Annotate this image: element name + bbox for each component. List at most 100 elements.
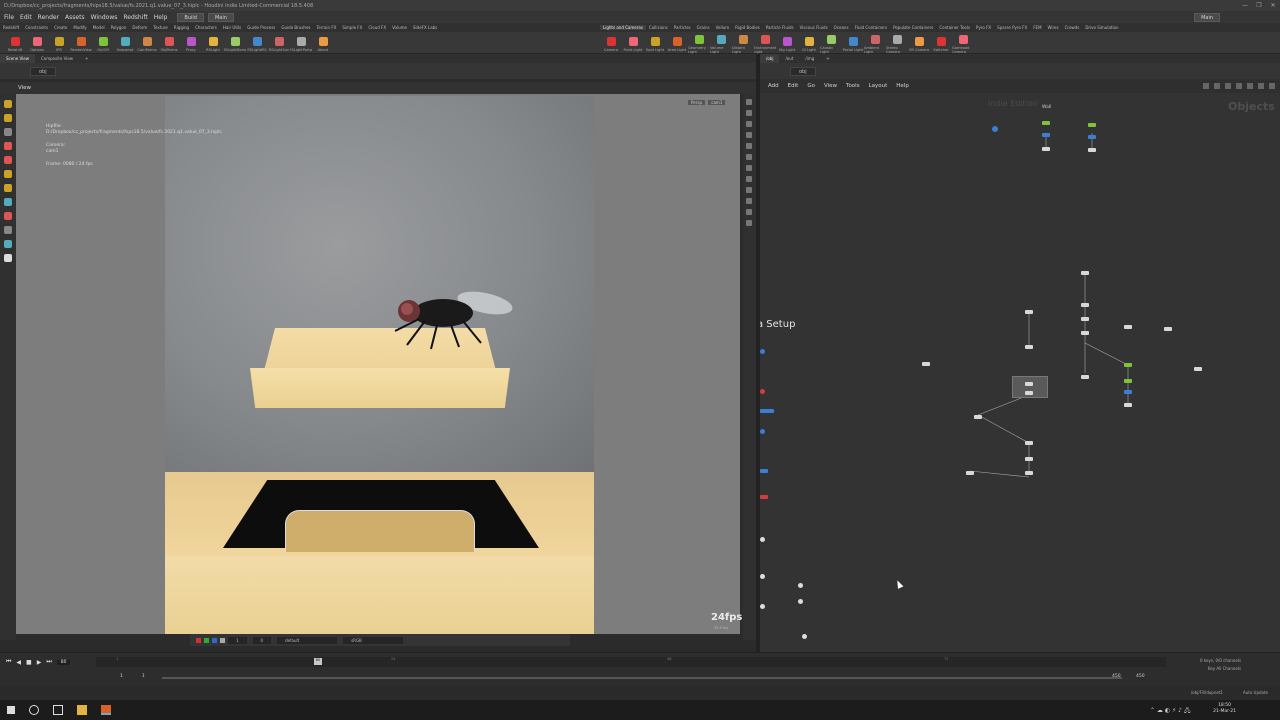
rotate-tool-icon[interactable] <box>4 142 12 150</box>
desktop-selector-main[interactable]: Main <box>207 12 234 22</box>
shelf-tool-left-3[interactable]: RenderView <box>70 34 92 52</box>
shelf-tool-left-4[interactable]: On/Off <box>92 34 114 52</box>
range-start[interactable]: 1 <box>120 674 123 679</box>
node-f4[interactable] <box>966 471 974 475</box>
view-tool-icon[interactable] <box>4 184 12 192</box>
shelf-tool-right-14[interactable]: VR Camera <box>908 34 930 52</box>
system-tray-icons[interactable]: ⌃ ☁ ◐ ⚡ ♪ 🖧 <box>1150 706 1191 716</box>
range-end[interactable]: 450 <box>1112 674 1121 679</box>
grid-icon[interactable] <box>746 165 752 171</box>
desktop-selector-build[interactable]: Build <box>177 12 204 22</box>
shelf-tool-right-7[interactable]: Environment Light <box>754 32 776 54</box>
left-node-7[interactable] <box>760 537 765 542</box>
shelf-tool-right-8[interactable]: Sky Light <box>776 34 798 52</box>
node-green-1[interactable] <box>1124 363 1132 367</box>
node-d3[interactable] <box>1025 382 1033 386</box>
shelf-tab-left-12[interactable]: Guide Brushes <box>278 25 313 30</box>
node-f3[interactable] <box>1025 471 1033 475</box>
bbox-icon[interactable] <box>746 209 752 215</box>
geo-node-3[interactable] <box>1088 148 1096 152</box>
move-tool-icon[interactable] <box>4 128 12 136</box>
camera-node[interactable] <box>992 126 998 132</box>
red-channel-icon[interactable] <box>196 637 201 643</box>
taskbar-clock[interactable]: 18:50 21-Mar-21 <box>1213 703 1236 715</box>
node-b2[interactable] <box>1164 327 1172 331</box>
node-e2[interactable] <box>974 415 982 419</box>
shelf-tab-right-6[interactable]: Particle Fluids <box>763 25 797 30</box>
shelf-tool-left-6[interactable]: CamParms <box>136 34 158 52</box>
menu-windows[interactable]: Windows <box>91 14 118 21</box>
task-view-icon[interactable] <box>53 705 63 715</box>
node-a2[interactable] <box>1081 303 1089 307</box>
camera-icon[interactable] <box>746 176 752 182</box>
path-field-left[interactable]: obj <box>30 66 56 76</box>
maximize-button[interactable]: ❐ <box>1252 2 1266 9</box>
shelf-tab-left-2[interactable]: Create <box>51 25 70 30</box>
shelf-tool-right-5[interactable]: Volume Light <box>710 32 732 54</box>
key-all-channels[interactable]: Key All Channels <box>1200 665 1241 673</box>
handle-tool-icon[interactable] <box>4 170 12 178</box>
play-back-icon[interactable]: ◀ <box>16 659 21 666</box>
shelf-tool-right-15[interactable]: Switcher <box>930 34 952 52</box>
left-node-9[interactable] <box>760 604 765 609</box>
add-tab-button[interactable]: + <box>79 54 94 63</box>
shelf-tool-left-11[interactable]: RSLightIES <box>246 34 268 52</box>
shelf-tab-left-11[interactable]: Guide Process <box>244 25 278 30</box>
range-slider[interactable] <box>162 677 1122 679</box>
shelf-tab-right-13[interactable]: Sparse Pyro FX <box>994 25 1030 30</box>
wire-icon[interactable] <box>746 198 752 204</box>
shelf-tool-right-1[interactable]: Point Light <box>622 34 644 52</box>
node-a4[interactable] <box>1081 331 1089 335</box>
shelf-tool-left-8[interactable]: Proxy <box>180 34 202 52</box>
shelf-tab-right-7[interactable]: Viscous Fluids <box>797 25 831 30</box>
shelf-tool-right-2[interactable]: Spot Light <box>644 34 666 52</box>
flipbook-icon[interactable] <box>4 254 12 262</box>
render-region-icon[interactable] <box>4 240 12 248</box>
node-a5[interactable] <box>1081 375 1089 379</box>
menu-assets[interactable]: Assets <box>65 14 85 21</box>
timeline-ruler[interactable]: 1 24 48 72 80 <box>96 657 1166 667</box>
shelf-tool-right-12[interactable]: Ambient Light <box>864 32 886 54</box>
tab-scene-view[interactable]: Scene View <box>0 54 35 63</box>
desktop-selector-far[interactable]: Main <box>1194 12 1220 22</box>
left-node-11[interactable] <box>798 599 803 604</box>
range-end2[interactable]: 450 <box>1136 674 1145 679</box>
node-a1[interactable] <box>1081 271 1089 275</box>
menu-render[interactable]: Render <box>38 14 59 21</box>
node-d2[interactable] <box>1025 345 1033 349</box>
shelf-tab-right-11[interactable]: Container Tools <box>936 25 973 30</box>
shelf-tool-left-9[interactable]: RSLight <box>202 34 224 52</box>
light-icon[interactable] <box>746 187 752 193</box>
shelf-tool-right-3[interactable]: Area Light <box>666 34 688 52</box>
shelf-tab-right-4[interactable]: Vellum <box>713 25 733 30</box>
node-d4[interactable] <box>1025 391 1033 395</box>
tab-out[interactable]: /out <box>779 54 799 63</box>
color-space-select[interactable]: sRGB <box>343 636 404 644</box>
tab-obj[interactable]: /obj <box>760 54 780 63</box>
node-c1[interactable] <box>1194 367 1202 371</box>
net-menu-go[interactable]: Go <box>807 83 815 89</box>
shelf-tool-left-14[interactable]: About <box>312 34 334 52</box>
shelf-tab-left-13[interactable]: Terrain FX <box>314 25 340 30</box>
wrench-icon[interactable] <box>1203 83 1209 89</box>
frame-field[interactable]: 80 <box>56 659 71 665</box>
net-menu-layout[interactable]: Layout <box>869 83 888 89</box>
grid-view-icon[interactable] <box>1225 83 1231 89</box>
network-editor[interactable]: Indie Edition Objects Wall a Setup <box>760 93 1280 652</box>
shelf-tab-right-16[interactable]: Crowds <box>1062 25 1083 30</box>
shelf-tab-left-10[interactable]: Hair Utils <box>220 25 244 30</box>
shelf-tab-left-8[interactable]: Rigging <box>171 25 192 30</box>
node-f1[interactable] <box>1025 441 1033 445</box>
shelf-tab-right-14[interactable]: FEM <box>1030 25 1044 30</box>
shelf-tool-right-4[interactable]: Geometry Light <box>688 32 710 54</box>
search-icon[interactable] <box>29 705 39 715</box>
green-channel-icon[interactable] <box>204 637 209 643</box>
shelf-tool-right-6[interactable]: Distant Light <box>732 32 754 54</box>
shelf-tool-left-7[interactable]: ObjParms <box>158 34 180 52</box>
shelf-tool-right-16[interactable]: Gamepad Camera <box>952 32 974 54</box>
shelf-tab-right-3[interactable]: Grains <box>694 25 713 30</box>
shelf-tool-right-0[interactable]: Camera <box>600 34 622 52</box>
ghost-icon[interactable] <box>746 132 752 138</box>
node-e1[interactable] <box>922 362 930 366</box>
display-lut-select[interactable]: default <box>277 636 338 644</box>
